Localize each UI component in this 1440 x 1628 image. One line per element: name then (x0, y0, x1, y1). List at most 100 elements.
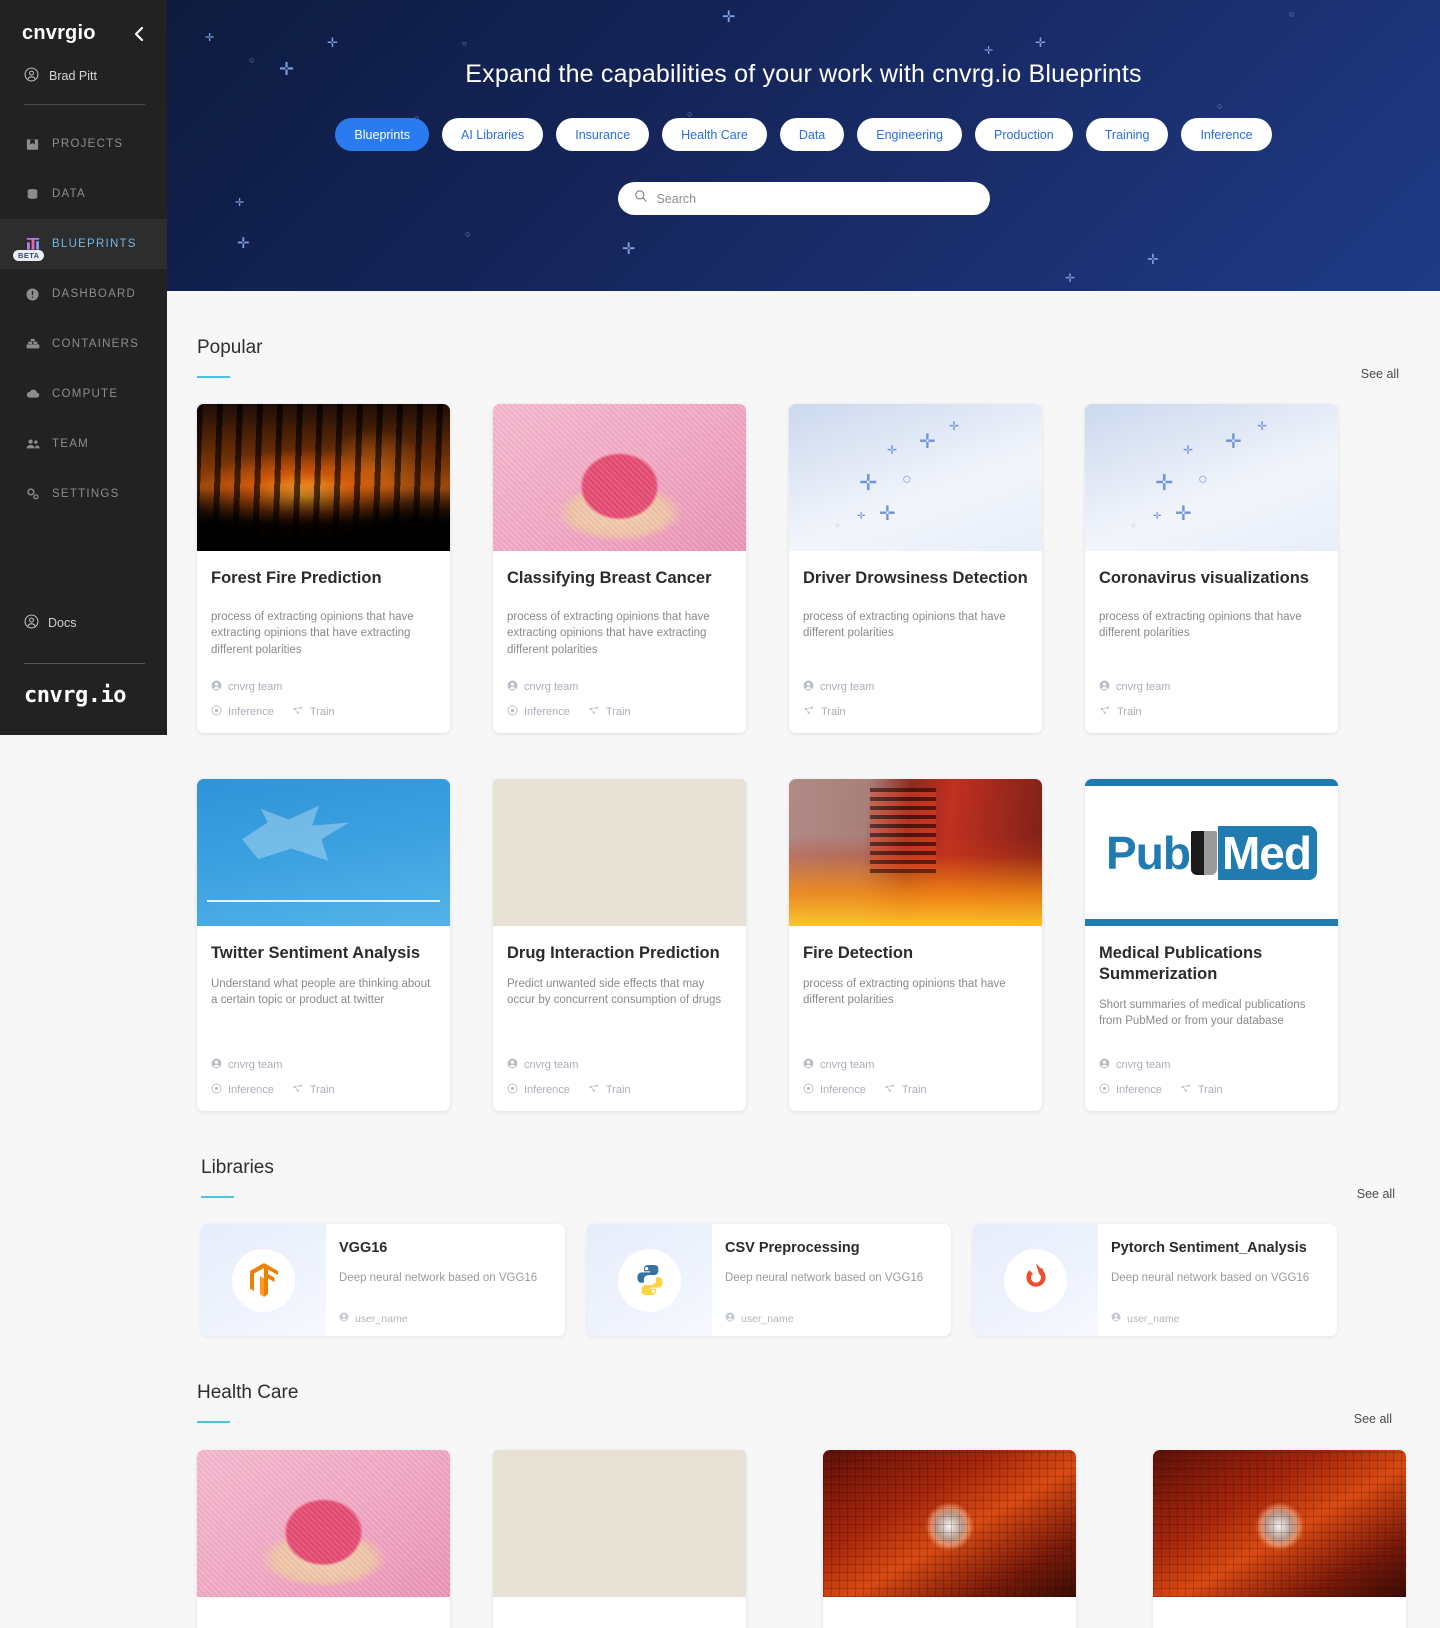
tag-train[interactable]: Train (292, 705, 335, 719)
section-popular: Popular See all Forest Fire Prediction p… (167, 291, 1440, 1111)
tag-train[interactable]: Train (884, 1083, 927, 1097)
library-card[interactable]: Pytorch Sentiment_Analysis Deep neural n… (973, 1224, 1337, 1336)
blueprint-card[interactable]: Twitter Sentiment Analysis Understand wh… (197, 779, 450, 1111)
health-care-card[interactable] (493, 1450, 746, 1628)
tag-train[interactable]: Train (292, 1083, 335, 1097)
tag-label: Train (309, 1084, 335, 1096)
sparkle-decor: ✛ (622, 241, 636, 258)
sidebar-logo: cnvrg.io (24, 683, 126, 708)
card-title: Forest Fire Prediction (211, 569, 382, 587)
author-name: cnvrg team (228, 681, 283, 693)
card-tags: Train (803, 705, 846, 719)
card-author: cnvrg team (803, 1058, 874, 1072)
tag-inference[interactable]: Inference (507, 1083, 570, 1097)
see-all-popular[interactable]: See all (1361, 367, 1399, 381)
chip-training[interactable]: Training (1085, 118, 1169, 151)
blueprint-card[interactable]: ✛ ✛ ✛ ✛ ○ ✛ ✛ ○ Driver Drowsiness Detect… (789, 404, 1042, 733)
sidebar-label: DASHBOARD (52, 288, 137, 300)
card-body: Driver Drowsiness Detection process of e… (789, 551, 1042, 733)
forest-fire-photo (197, 404, 450, 551)
sidebar-item-projects[interactable]: PROJECTS (0, 119, 167, 169)
tag-inference[interactable]: Inference (211, 705, 274, 719)
user-avatar-icon (24, 67, 39, 85)
blueprint-card[interactable]: Drug Interaction Prediction Predict unwa… (493, 779, 746, 1111)
library-description: Deep neural network based on VGG16 (339, 1271, 538, 1284)
sidebar-user[interactable]: Brad Pitt (0, 45, 167, 85)
search-input[interactable] (656, 191, 974, 206)
tag-inference[interactable]: Inference (507, 705, 570, 719)
library-user-name: user_name (741, 1312, 794, 1325)
train-icon (588, 1083, 600, 1097)
card-author: cnvrg team (507, 1058, 578, 1072)
tag-train[interactable]: Train (1180, 1083, 1223, 1097)
author-icon (1099, 1058, 1110, 1072)
chip-health-care[interactable]: Health Care (662, 118, 767, 151)
tag-label: Train (605, 1084, 631, 1096)
sidebar-item-data[interactable]: DATA (0, 169, 167, 219)
card-description: process of extracting opinions that have… (507, 611, 710, 656)
chip-ai-libraries[interactable]: AI Libraries (442, 118, 544, 151)
chip-production[interactable]: Production (974, 118, 1073, 151)
train-icon (884, 1083, 896, 1097)
abstract-sparkles: ✛ ✛ ✛ ✛ ○ ✛ ✛ ○ (789, 404, 1042, 551)
author-name: cnvrg team (820, 681, 875, 693)
chevron-left-icon[interactable] (129, 24, 149, 44)
library-title: VGG16 (339, 1240, 388, 1256)
sidebar-item-containers[interactable]: CONTAINERS (0, 319, 167, 369)
sidebar-divider (24, 104, 145, 105)
category-chip-list: Blueprints AI Libraries Insurance Health… (167, 118, 1440, 151)
chip-engineering[interactable]: Engineering (857, 118, 962, 151)
author-icon (507, 680, 518, 694)
sidebar-item-dashboard[interactable]: DASHBOARD (0, 269, 167, 319)
tag-train[interactable]: Train (588, 705, 631, 719)
see-all-libraries[interactable]: See all (1357, 1187, 1395, 1201)
card-author: cnvrg team (1099, 680, 1170, 694)
library-card[interactable]: VGG16 Deep neural network based on VGG16… (201, 1224, 565, 1336)
search-box[interactable] (617, 182, 990, 215)
tag-inference[interactable]: Inference (1099, 1083, 1162, 1097)
health-care-card[interactable] (823, 1450, 1076, 1628)
chip-blueprints[interactable]: Blueprints (335, 118, 430, 151)
tag-inference[interactable]: Inference (803, 1083, 866, 1097)
chip-data[interactable]: Data (779, 118, 845, 151)
inference-icon (803, 1083, 814, 1097)
library-icon-area (587, 1224, 712, 1336)
library-card[interactable]: CSV Preprocessing Deep neural network ba… (587, 1224, 951, 1336)
library-description: Deep neural network based on VGG16 (725, 1271, 924, 1284)
chip-inference[interactable]: Inference (1181, 118, 1272, 151)
sidebar-user-label: Brad Pitt (49, 69, 97, 83)
tag-inference[interactable]: Inference (211, 1083, 274, 1097)
chip-insurance[interactable]: Insurance (556, 118, 650, 151)
blueprint-card[interactable]: Forest Fire Prediction process of extrac… (197, 404, 450, 733)
library-body: CSV Preprocessing Deep neural network ba… (712, 1224, 951, 1336)
popular-row-1: Forest Fire Prediction process of extrac… (167, 378, 1440, 733)
library-user: user_name (1111, 1312, 1180, 1325)
sidebar-item-blueprints[interactable]: BLUEPRINTS BETA (0, 219, 167, 269)
sidebar-item-settings[interactable]: SETTINGS (0, 469, 167, 519)
tag-train[interactable]: Train (588, 1083, 631, 1097)
sidebar-item-team[interactable]: TEAM (0, 419, 167, 469)
sidebar-label: COMPUTE (52, 388, 119, 400)
library-icon-area (973, 1224, 1098, 1336)
author-icon (211, 680, 222, 694)
blueprint-card[interactable]: Pub Med Medical Publications Summerizati… (1085, 779, 1338, 1111)
tag-train[interactable]: Train (1099, 705, 1142, 719)
health-care-card[interactable] (197, 1450, 450, 1628)
sidebar-item-docs[interactable]: Docs (0, 614, 76, 632)
abstract-sparkles: ✛ ✛ ✛ ✛ ○ ✛ ✛ ○ (1085, 404, 1338, 551)
card-author: cnvrg team (211, 680, 282, 694)
card-thumbnail (493, 779, 746, 926)
hero-banner: ○ ✛ ✛ ✛ ○ ✛ ○ ✛ ✛ ○ ○ ✛ ✛ ○ ○ ✛ ✛ ✛ Expa… (167, 0, 1440, 291)
blueprint-card[interactable]: Fire Detection process of extracting opi… (789, 779, 1042, 1111)
health-care-row (167, 1423, 1440, 1628)
sidebar-label: PROJECTS (52, 138, 124, 150)
tag-train[interactable]: Train (803, 705, 846, 719)
health-care-card[interactable] (1153, 1450, 1406, 1628)
tag-label: Inference (524, 1084, 570, 1096)
see-all-health-care[interactable]: See all (1354, 1412, 1392, 1426)
train-icon (292, 1083, 304, 1097)
card-description: Short summaries of medical publications … (1099, 998, 1306, 1028)
sidebar-item-compute[interactable]: COMPUTE (0, 369, 167, 419)
blueprint-card[interactable]: Classifying Breast Cancer process of ext… (493, 404, 746, 733)
blueprint-card[interactable]: ✛ ✛ ✛ ✛ ○ ✛ ✛ ○ Coronavirus visualizatio… (1085, 404, 1338, 733)
